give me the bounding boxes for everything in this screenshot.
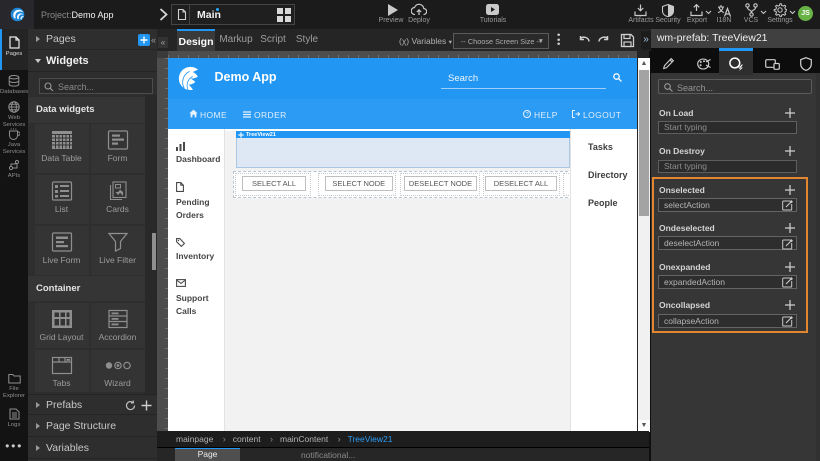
svg-text:?: ? bbox=[526, 112, 529, 118]
